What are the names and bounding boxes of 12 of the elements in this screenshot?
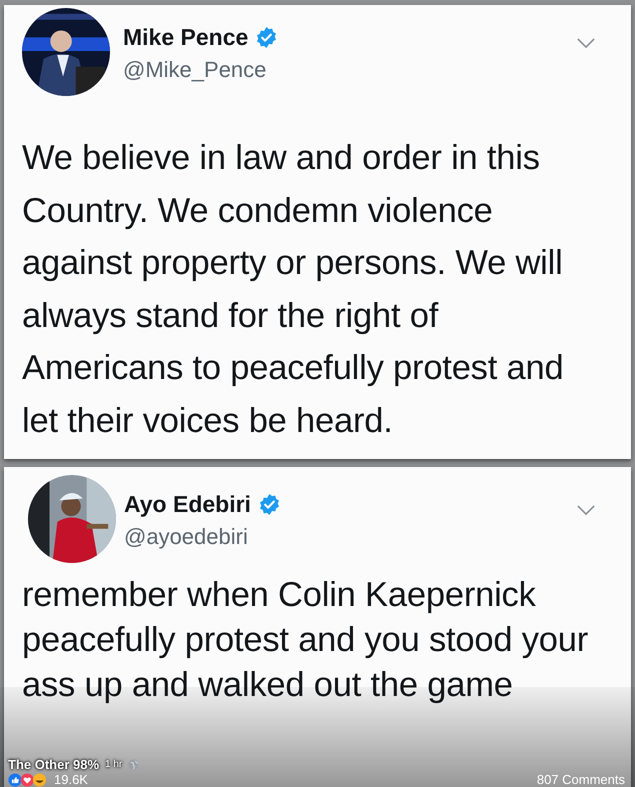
user-name: Mike Pence xyxy=(123,24,248,51)
user-handle: @ayoedebiri xyxy=(124,524,249,550)
post-time: 1 hr xyxy=(105,759,122,770)
tweet-text: We believe in law and order in this Country. We condemn violence against property or persons. We will always stand for the right of Americans to peacefully protest and let their voices be heard. xyxy=(22,138,564,442)
reaction-count: 19.6K xyxy=(54,772,88,787)
user-name: Ayo Edebiri xyxy=(124,491,251,518)
user-handle: @Mike_Pence xyxy=(123,57,268,83)
comments-count[interactable]: 807 Comments xyxy=(536,772,625,787)
chevron-down-icon[interactable] xyxy=(577,38,595,49)
tweet-text: remember when Colin Kaepernick peacefully protest and you stood your ass up and walked out the game xyxy=(22,575,590,706)
page-name[interactable]: The Other 98% xyxy=(8,757,100,772)
chevron-down-icon[interactable] xyxy=(577,505,595,516)
